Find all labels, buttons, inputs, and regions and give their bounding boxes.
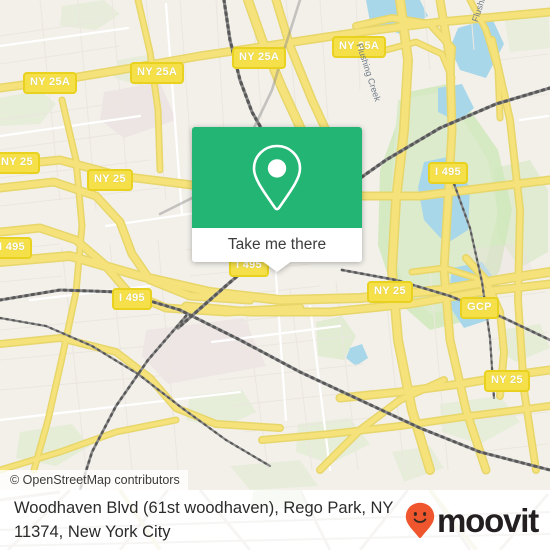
address-line-2: 11374, New York City [14, 523, 171, 541]
route-shield: NY 25A [23, 72, 78, 94]
route-shield: I 495 [0, 237, 32, 259]
moovit-wordmark: moovit [437, 502, 539, 539]
take-me-there-button[interactable]: Take me there [192, 228, 362, 262]
route-shield: NY 25 [87, 169, 133, 191]
osm-attribution[interactable]: © OpenStreetMap contributors [0, 470, 188, 490]
popup-pointer-tail [262, 261, 292, 272]
map-pin-icon [252, 144, 302, 211]
station-popup-card[interactable]: Take me there [192, 127, 362, 272]
route-shield: I 495 [428, 162, 468, 184]
moovit-station-map-screenshot: .rd { fill:none; stroke:#f6e27a; stroke-… [0, 0, 550, 550]
popup-body: Take me there [192, 127, 362, 262]
route-shield: NY 25 [367, 281, 413, 303]
moovit-smiley-pin-icon [405, 502, 435, 539]
route-shield: GCP [460, 297, 499, 319]
route-shield: NY 25A [232, 47, 287, 69]
popup-image-area [192, 127, 362, 228]
footer-bar: Woodhaven Blvd (61st woodhaven), Rego Pa… [0, 490, 550, 550]
address-line-1: Woodhaven Blvd (61st woodhaven), Rego Pa… [14, 499, 394, 517]
route-shield: NY 25 [0, 152, 40, 174]
route-shield: NY 25 [484, 370, 530, 392]
route-shield: I 495 [112, 288, 152, 310]
station-address: Woodhaven Blvd (61st woodhaven), Rego Pa… [14, 496, 404, 544]
route-shield: NY 25A [130, 62, 185, 84]
moovit-brand[interactable]: moovit [405, 502, 539, 539]
